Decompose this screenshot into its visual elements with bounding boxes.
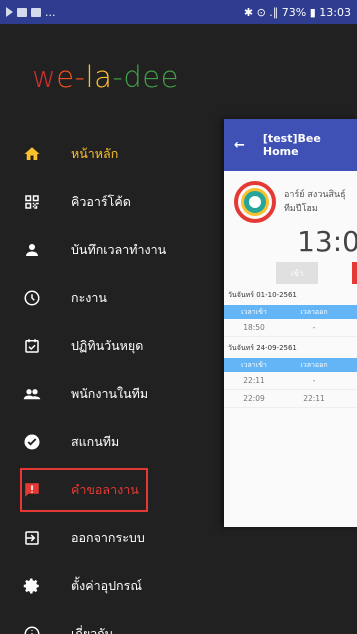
- col-out-header: เวลาออก: [300, 307, 328, 316]
- media-play-icon: [6, 7, 13, 17]
- alert-message-icon: [22, 480, 42, 500]
- gallery-icon: [17, 7, 27, 17]
- group-icon: [22, 384, 42, 404]
- home-icon: [22, 144, 42, 164]
- logo-part: w: [32, 60, 57, 94]
- menu-item-about[interactable]: เกี่ยวกับ: [22, 614, 212, 634]
- clock-icon: [22, 288, 42, 308]
- logo-part: la: [85, 60, 113, 94]
- menu-item-time-record[interactable]: บันทึกเวลาทำงาน: [22, 230, 212, 270]
- menu-item-label: ปฏิทินวันหยุด: [71, 338, 144, 353]
- status-bar: ... ✱ ⊙ .∥ 73% ▮ 13:03: [0, 0, 357, 24]
- check-circle-icon: [22, 432, 42, 452]
- status-right: ✱ ⊙ .∥ 73% ▮ 13:03: [243, 5, 351, 19]
- logo-part: e-: [56, 60, 86, 94]
- time-out: 22:11: [303, 394, 325, 403]
- menu-item-logout[interactable]: ออกจากระบบ: [22, 518, 212, 558]
- menu-item-device-settings[interactable]: ตั้งค่าอุปกรณ์: [22, 566, 212, 606]
- menu-item-label: บันทึกเวลาทำงาน: [71, 242, 167, 257]
- preview-title: [test]Bee Home: [262, 132, 321, 158]
- preview-buttons: เข้า: [224, 262, 357, 284]
- menu-item-label: หน้าหลัก: [71, 146, 119, 161]
- menu-item-label: พนักงานในทีม: [71, 386, 149, 401]
- preview-team: ทีมปีโฮม: [284, 204, 318, 214]
- menu-item-label: ออกจากระบบ: [71, 530, 145, 545]
- logo-part: -d: [112, 60, 143, 94]
- menu-item-scan-team[interactable]: สแกนทีม: [22, 422, 212, 462]
- menu-item-qr-code[interactable]: คิวอาร์โค้ด: [22, 182, 212, 222]
- app-logo: we-la-dee: [32, 60, 179, 94]
- person-icon: [22, 240, 42, 260]
- qr-code-icon: [22, 192, 42, 212]
- back-arrow-icon[interactable]: ←: [234, 138, 245, 153]
- menu-item-home[interactable]: หน้าหลัก: [22, 134, 212, 174]
- menu-item-shift[interactable]: กะงาน: [22, 278, 212, 318]
- image-icon: [31, 7, 41, 17]
- check-out-button[interactable]: [352, 262, 357, 284]
- menu-item-label: เกี่ยวกับ: [71, 626, 113, 634]
- preview-clock: 13:0: [297, 225, 357, 258]
- menu-item-label: คำขอลางาน: [71, 482, 139, 497]
- preview-date-1: วันจันทร์ 01-10-2561: [228, 291, 297, 299]
- col-in-header: เวลาเข้า: [241, 360, 267, 369]
- app-preview[interactable]: ← [test]Bee Home อาร์ย์ สงวนสินธุ์ ทีมปี…: [224, 119, 357, 527]
- preview-user-name: อาร์ย์ สงวนสินธุ์: [284, 190, 346, 200]
- menu-item-label: คิวอาร์โค้ด: [71, 194, 131, 209]
- status-more: ...: [45, 5, 56, 19]
- table-row: 22:11 -: [224, 372, 357, 390]
- menu-item-holiday-calendar[interactable]: ปฏิทินวันหยุด: [22, 326, 212, 366]
- menu-item-team-members[interactable]: พนักงานในทีม: [22, 374, 212, 414]
- clock-logo-icon: [234, 181, 276, 223]
- check-in-button[interactable]: เข้า: [276, 262, 319, 284]
- menu-item-label: สแกนทีม: [71, 434, 120, 449]
- table-row: 18:50 -: [224, 319, 357, 337]
- preview-table-header: เวลาเข้า เวลาออก: [224, 305, 357, 319]
- table-row: 22:09 22:11: [224, 390, 357, 408]
- info-icon: [22, 624, 42, 634]
- menu-item-label: กะงาน: [71, 290, 107, 305]
- preview-user: อาร์ย์ สงวนสินธุ์ ทีมปีโฮม: [224, 171, 357, 227]
- menu-item-leave-request[interactable]: คำขอลางาน: [20, 468, 148, 512]
- time-in: 18:50: [243, 323, 265, 332]
- menu-item-label: ตั้งค่าอุปกรณ์: [71, 578, 142, 593]
- screen: ... ✱ ⊙ .∥ 73% ▮ 13:03 we-la-dee ← [test…: [0, 0, 357, 634]
- time-out: -: [312, 376, 316, 385]
- logo-part: ee: [142, 60, 179, 94]
- col-in-header: เวลาเข้า: [241, 307, 267, 316]
- time-out: -: [312, 323, 316, 332]
- preview-app-bar: ← [test]Bee Home: [224, 119, 357, 171]
- col-out-header: เวลาออก: [300, 360, 328, 369]
- preview-table-header: เวลาเข้า เวลาออก: [224, 358, 357, 372]
- gear-icon: [22, 576, 42, 596]
- preview-date-2: วันจันทร์ 24-09-2561: [228, 344, 297, 352]
- time-in: 22:11: [243, 376, 265, 385]
- time-in: 22:09: [243, 394, 265, 403]
- status-left: ...: [6, 6, 56, 19]
- calendar-check-icon: [22, 336, 42, 356]
- logout-icon: [22, 528, 42, 548]
